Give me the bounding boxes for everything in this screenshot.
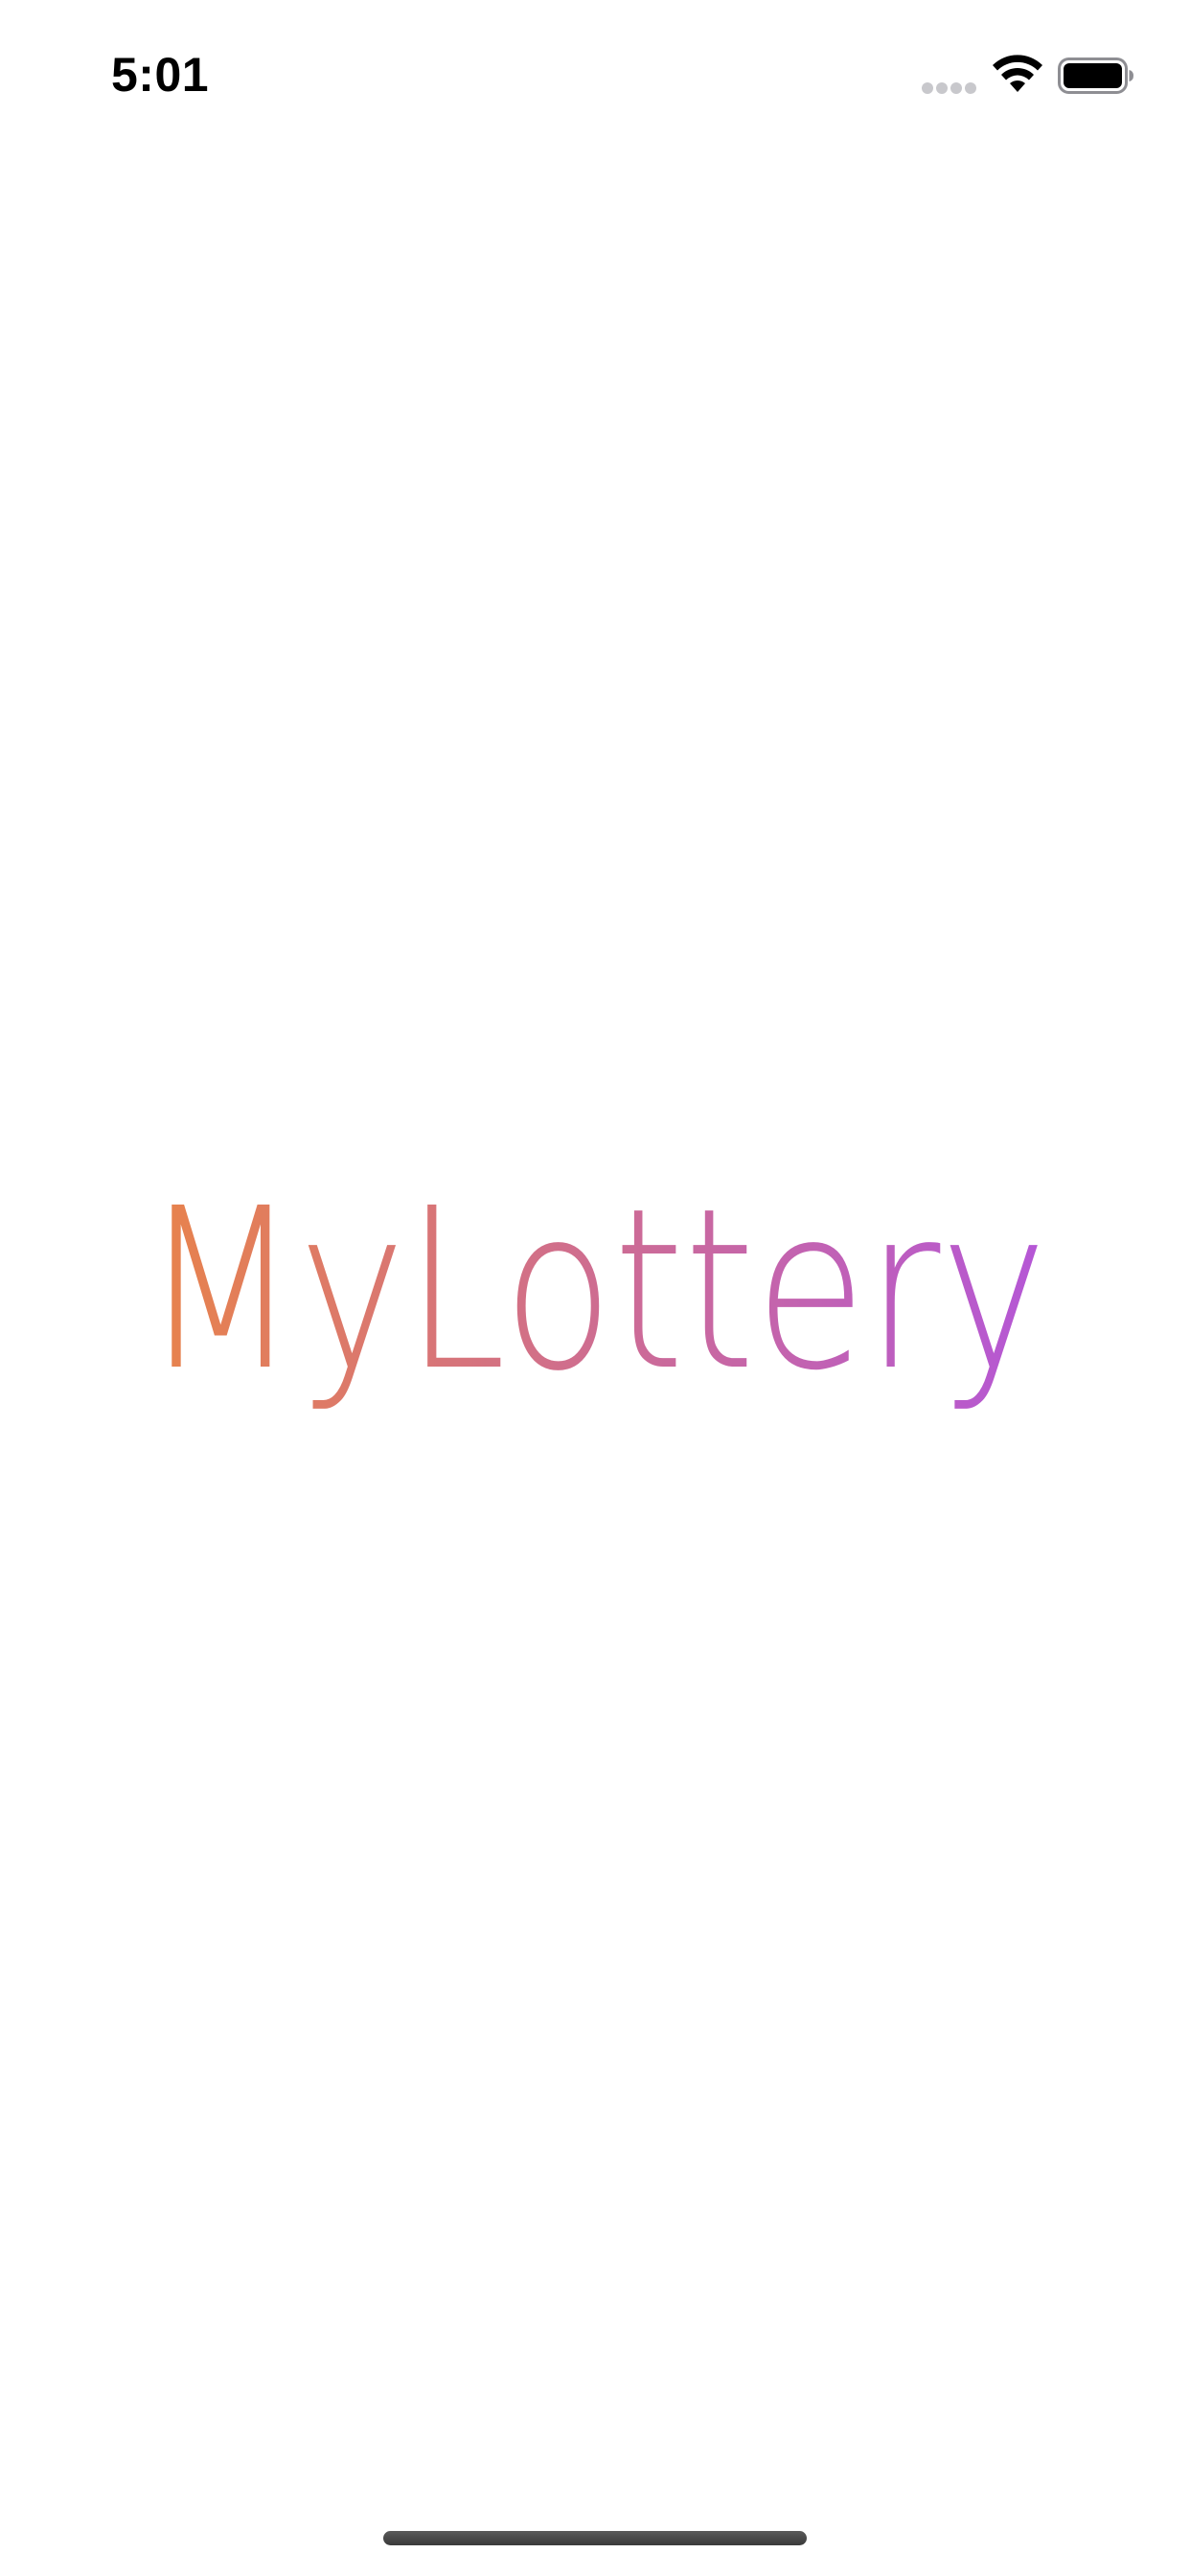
battery-icon xyxy=(1058,58,1133,94)
cellular-signal-icon xyxy=(922,82,977,96)
home-indicator[interactable] xyxy=(383,2531,807,2545)
status-time: 5:01 xyxy=(111,48,210,102)
wifi-icon xyxy=(993,55,1042,92)
splash-screen: 5:01 MyLottery xyxy=(0,0,1190,2576)
app-logo-wordmark: MyLottery xyxy=(143,1161,1047,1419)
app-logo: MyLottery xyxy=(0,1131,1190,1457)
status-bar: 5:01 xyxy=(0,0,1190,126)
app-name: MyLottery xyxy=(143,1161,1047,1419)
